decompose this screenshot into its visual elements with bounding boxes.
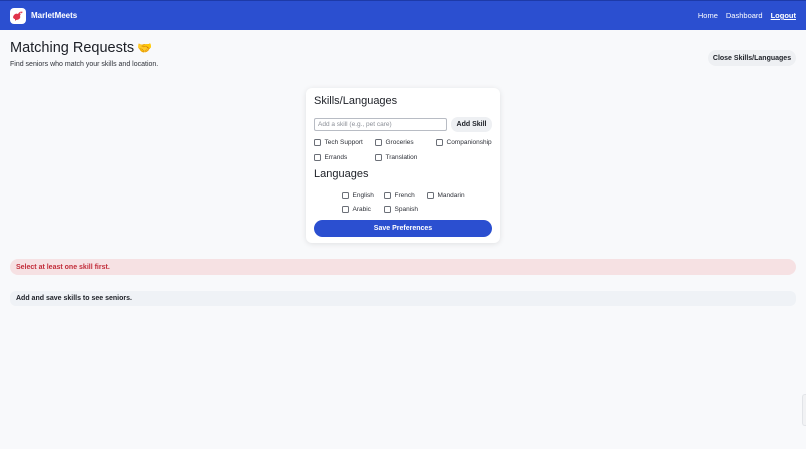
skill-label: Groceries bbox=[385, 139, 414, 146]
nav-links: Home Dashboard Logout bbox=[698, 11, 796, 20]
save-preferences-button[interactable]: Save Preferences bbox=[314, 220, 492, 237]
language-label: French bbox=[394, 192, 415, 199]
language-label: Arabic bbox=[352, 206, 371, 213]
side-panel-handle[interactable] bbox=[802, 394, 806, 426]
language-checkbox-arabic[interactable]: Arabic bbox=[342, 206, 371, 213]
skill-checkbox-tech-support[interactable]: Tech Support bbox=[314, 139, 363, 146]
skill-label: Companionship bbox=[446, 139, 492, 146]
checkbox-icon[interactable] bbox=[384, 192, 391, 199]
language-checkbox-mandarin[interactable]: Mandarin bbox=[427, 192, 465, 199]
page-title-text: Matching Requests bbox=[10, 40, 135, 56]
skill-checkbox-groceries[interactable]: Groceries bbox=[375, 139, 414, 146]
nav-home-link[interactable]: Home bbox=[698, 11, 718, 20]
checkbox-icon[interactable] bbox=[342, 192, 349, 199]
checkbox-icon[interactable] bbox=[342, 206, 349, 213]
error-alert: Select at least one skill first. bbox=[10, 259, 796, 275]
language-label: Mandarin bbox=[437, 192, 465, 199]
checkbox-icon[interactable] bbox=[384, 206, 391, 213]
language-label: Spanish bbox=[394, 206, 419, 213]
checkbox-icon[interactable] bbox=[314, 139, 321, 146]
checkbox-icon[interactable] bbox=[375, 139, 382, 146]
language-checkbox-french[interactable]: French bbox=[384, 192, 415, 199]
add-skill-input[interactable] bbox=[314, 118, 447, 131]
languages-title: Languages bbox=[314, 168, 369, 180]
language-checkbox-spanish[interactable]: Spanish bbox=[384, 206, 418, 213]
brand-name[interactable]: MarletMeets bbox=[31, 11, 77, 20]
page-title: Matching Requests 🤝 bbox=[10, 40, 152, 56]
top-nav-bar: MarletMeets Home Dashboard Logout bbox=[0, 0, 806, 30]
close-skills-languages-button[interactable]: Close Skills/Languages bbox=[708, 50, 796, 66]
checkbox-icon[interactable] bbox=[436, 139, 443, 146]
checkbox-icon[interactable] bbox=[427, 192, 434, 199]
skill-checkbox-companionship[interactable]: Companionship bbox=[436, 139, 492, 146]
brand-logo[interactable] bbox=[10, 8, 26, 24]
add-skill-button[interactable]: Add Skill bbox=[451, 117, 492, 132]
checkbox-icon[interactable] bbox=[314, 154, 321, 161]
nav-logout-link[interactable]: Logout bbox=[771, 11, 796, 20]
skills-panel-title: Skills/Languages bbox=[314, 95, 398, 107]
page-subtitle: Find seniors who match your skills and l… bbox=[10, 61, 159, 68]
bird-logo-icon bbox=[13, 11, 23, 21]
nav-dashboard-link[interactable]: Dashboard bbox=[726, 11, 763, 20]
skill-label: Tech Support bbox=[324, 139, 363, 146]
info-message: Add and save skills to see seniors. bbox=[10, 291, 796, 306]
checkbox-icon[interactable] bbox=[375, 154, 382, 161]
skill-checkbox-errands[interactable]: Errands bbox=[314, 154, 347, 161]
handshake-icon: 🤝 bbox=[137, 41, 153, 55]
skill-label: Translation bbox=[385, 154, 418, 161]
language-label: English bbox=[352, 192, 374, 199]
skill-label: Errands bbox=[324, 154, 348, 161]
skill-checkbox-translation[interactable]: Translation bbox=[375, 154, 417, 161]
skills-languages-panel: Skills/Languages Add Skill Tech Support … bbox=[306, 88, 500, 243]
language-checkbox-english[interactable]: English bbox=[342, 192, 374, 199]
